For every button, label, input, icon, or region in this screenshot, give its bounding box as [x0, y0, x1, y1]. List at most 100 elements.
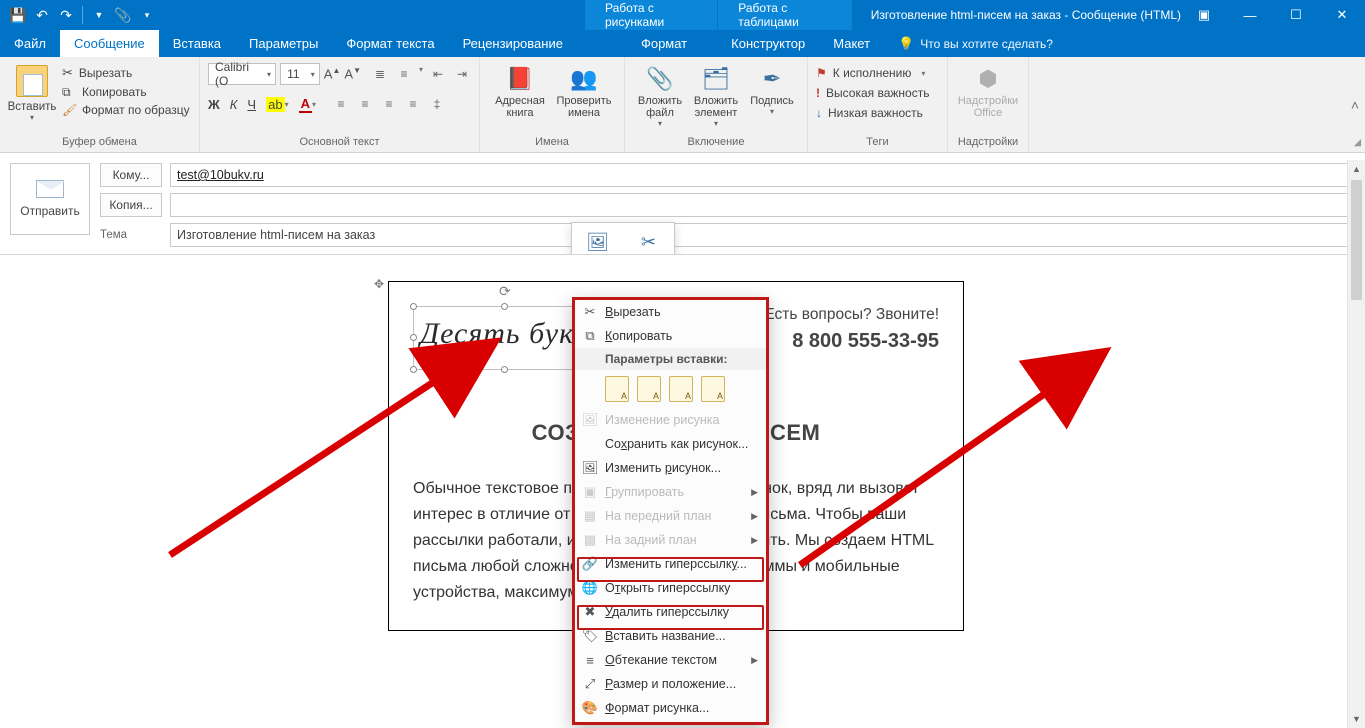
- bulb-icon: 💡: [898, 36, 914, 52]
- underline-button[interactable]: Ч: [247, 97, 256, 112]
- ribbon-display-icon[interactable]: ▣: [1181, 0, 1227, 30]
- bold-button[interactable]: Ж: [208, 97, 220, 112]
- font-size-combo[interactable]: 11: [280, 63, 320, 85]
- tags-launcher-icon[interactable]: ◢: [1354, 137, 1361, 148]
- send-button[interactable]: Отправить: [10, 163, 90, 235]
- qat-dropdown-icon[interactable]: ▼: [87, 3, 111, 27]
- tab-review[interactable]: Рецензирование: [449, 30, 577, 57]
- line-spacing-icon[interactable]: ‡: [428, 95, 446, 113]
- paste-option-3[interactable]: [669, 376, 693, 402]
- minimize-icon[interactable]: ―: [1227, 0, 1273, 30]
- size-icon: ⤢: [581, 676, 599, 692]
- resize-handle[interactable]: [501, 303, 508, 310]
- ctx-copy[interactable]: ⧉Копировать: [575, 324, 766, 348]
- paste-option-1[interactable]: [605, 376, 629, 402]
- attach-file-button[interactable]: 📎Вложить файл▾: [633, 61, 687, 128]
- subject-field[interactable]: Изготовление html-писем на заказ: [170, 223, 1355, 247]
- resize-handle[interactable]: [501, 366, 508, 373]
- align-right-icon[interactable]: ≡: [380, 95, 398, 113]
- ctx-format-picture[interactable]: 🎨Формат рисунка...: [575, 696, 766, 720]
- paste-option-4[interactable]: [701, 376, 725, 402]
- tab-options[interactable]: Параметры: [235, 30, 332, 57]
- ctx-open-hyperlink[interactable]: 🌐Открыть гиперссылку: [575, 576, 766, 600]
- numbering-icon[interactable]: ≡: [395, 65, 413, 83]
- italic-button[interactable]: К: [230, 97, 238, 112]
- tab-message[interactable]: Сообщение: [60, 30, 159, 57]
- qat-more-icon[interactable]: ▾: [135, 3, 159, 27]
- tab-format[interactable]: Формат: [627, 30, 701, 57]
- ctx-cut[interactable]: ✂Вырезать: [575, 300, 766, 324]
- rotate-handle-icon[interactable]: ⟳: [499, 283, 511, 300]
- paste-button[interactable]: Вставить ▾: [8, 61, 56, 122]
- signature-label: Подпись: [750, 95, 794, 107]
- high-importance-button[interactable]: !Высокая важность: [816, 85, 939, 101]
- flag-icon: ⚑: [816, 66, 827, 80]
- redo-icon[interactable]: ↷: [54, 3, 78, 27]
- ctx-send-back: ▩На задний план▶: [575, 528, 766, 552]
- check-names-button[interactable]: 👥Проверить имена: [552, 61, 616, 119]
- tell-me-search[interactable]: 💡Что вы хотите сделать?: [884, 30, 1067, 57]
- paperclip-icon: 📎: [644, 63, 676, 95]
- ctx-save-as-picture[interactable]: Сохранить как рисунок...: [575, 432, 766, 456]
- signature-button[interactable]: ✒Подпись▾: [745, 61, 799, 116]
- low-importance-label: Низкая важность: [828, 106, 923, 120]
- highlight-button[interactable]: ab: [266, 97, 284, 112]
- ctx-size-position[interactable]: ⤢Размер и положение...: [575, 672, 766, 696]
- format-painter-button[interactable]: 🖌Формат по образцу: [62, 103, 190, 117]
- ctx-insert-caption[interactable]: 🏷Вставить название...: [575, 624, 766, 648]
- shrink-font-icon[interactable]: A▼: [344, 66, 361, 81]
- cc-button[interactable]: Копия...: [100, 193, 162, 217]
- paste-option-2[interactable]: [637, 376, 661, 402]
- context-tab-picture[interactable]: Работа с рисунками: [585, 0, 718, 30]
- selected-image[interactable]: ⟳ Десять букв: [413, 306, 597, 370]
- scroll-up-icon[interactable]: ▲: [1348, 160, 1365, 178]
- ctx-paste-options-header: Параметры вставки:: [575, 348, 766, 370]
- bullets-icon[interactable]: ≣: [371, 65, 389, 83]
- resize-handle[interactable]: [410, 366, 417, 373]
- close-icon[interactable]: ✕: [1319, 0, 1365, 30]
- justify-icon[interactable]: ≡: [404, 95, 422, 113]
- tab-file[interactable]: Файл: [0, 30, 60, 57]
- tab-constructor[interactable]: Конструктор: [717, 30, 819, 57]
- font-group-label: Основной текст: [208, 133, 471, 152]
- scroll-down-icon[interactable]: ▼: [1348, 710, 1365, 728]
- tab-insert[interactable]: Вставка: [159, 30, 235, 57]
- vertical-scrollbar[interactable]: ▲ ▼: [1347, 160, 1365, 728]
- font-color-button[interactable]: A: [299, 96, 312, 113]
- attach-file-label: Вложить файл: [633, 95, 687, 119]
- cut-button[interactable]: ✂Вырезать: [62, 65, 190, 81]
- group-icon: ▣: [581, 484, 599, 500]
- maximize-icon[interactable]: ☐: [1273, 0, 1319, 30]
- align-left-icon[interactable]: ≡: [332, 95, 350, 113]
- undo-icon[interactable]: ↶: [30, 3, 54, 27]
- resize-handle[interactable]: [410, 303, 417, 310]
- collapse-ribbon-icon[interactable]: ˄: [1351, 97, 1359, 113]
- scroll-thumb[interactable]: [1351, 180, 1362, 300]
- indent-left-icon[interactable]: ⇤: [429, 65, 447, 83]
- ctx-remove-hyperlink[interactable]: ✖Удалить гиперссылку: [575, 600, 766, 624]
- ctx-text-wrapping[interactable]: ≡Обтекание текстом▶: [575, 648, 766, 672]
- cc-field[interactable]: [170, 193, 1355, 217]
- ctx-change-picture[interactable]: 🖼Изменить рисунок...: [575, 456, 766, 480]
- align-center-icon[interactable]: ≡: [356, 95, 374, 113]
- low-importance-button[interactable]: ↓Низкая важность: [816, 105, 939, 121]
- address-book-button[interactable]: 📕Адресная книга: [488, 61, 552, 119]
- to-button[interactable]: Кому...: [100, 163, 162, 187]
- attach-icon[interactable]: 📎: [111, 3, 135, 27]
- resize-handle[interactable]: [410, 334, 417, 341]
- ctx-edit-hyperlink[interactable]: 🔗Изменить гиперссылку...: [575, 552, 766, 576]
- font-name-combo[interactable]: Calibri (О: [208, 63, 276, 85]
- to-field[interactable]: test@10bukv.ru: [170, 163, 1355, 187]
- save-icon[interactable]: 💾: [6, 3, 30, 27]
- remove-link-icon: ✖: [581, 604, 599, 620]
- office-addins-button[interactable]: ⬢Надстройки Office: [956, 61, 1020, 119]
- tab-format-text[interactable]: Формат текста: [332, 30, 448, 57]
- context-tab-table[interactable]: Работа с таблицами: [718, 0, 852, 30]
- follow-up-button[interactable]: ⚑К исполнению▾: [816, 65, 939, 81]
- indent-right-icon[interactable]: ⇥: [453, 65, 471, 83]
- tab-layout[interactable]: Макет: [819, 30, 884, 57]
- attach-item-button[interactable]: 🗂Вложить элемент▾: [687, 61, 745, 128]
- grow-font-icon[interactable]: A▲: [324, 66, 341, 81]
- copy-button[interactable]: ⧉Копировать: [62, 85, 190, 99]
- format-icon: 🎨: [581, 700, 599, 716]
